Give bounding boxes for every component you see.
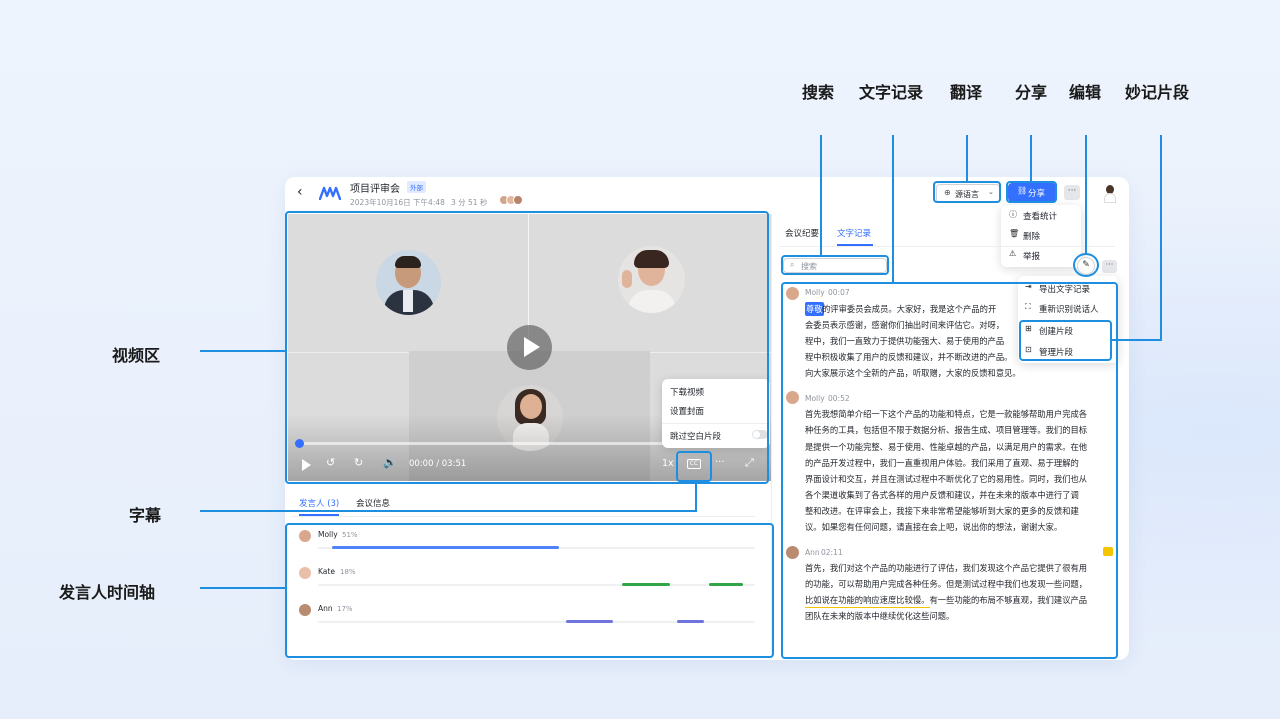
- video-area-highlight: [285, 211, 769, 484]
- annotation-transcript: 文字记录: [859, 83, 924, 102]
- share-connector: [1030, 135, 1032, 182]
- search-connector: [820, 135, 822, 256]
- minutes-logo-icon: [319, 186, 341, 200]
- menu-view-stats[interactable]: 查看统计: [1023, 210, 1057, 222]
- speaker-timeline-connector: [200, 587, 286, 589]
- clips-connector-v: [1160, 135, 1162, 341]
- edit-connector: [1085, 135, 1087, 254]
- clips-highlight: [1019, 320, 1112, 361]
- tab-transcript[interactable]: 文字记录: [837, 227, 871, 239]
- share-dropdown-menu: ⓘ 查看统计 🗑 删除 ⚠ 举报: [1001, 205, 1081, 267]
- translate-connector: [966, 135, 968, 182]
- subtitles-highlight: [676, 451, 712, 482]
- tab-summary[interactable]: 会议纪要: [785, 227, 819, 239]
- transcript-more-icon[interactable]: ···: [1102, 260, 1117, 273]
- user-avatar[interactable]: [1101, 183, 1119, 203]
- annotation-clips: 妙记片段: [1125, 83, 1190, 102]
- annotation-edit: 编辑: [1069, 83, 1102, 102]
- warning-icon: ⚠: [1009, 249, 1017, 258]
- edit-highlight: [1073, 253, 1099, 277]
- back-icon[interactable]: ‹: [297, 184, 303, 200]
- clips-connector-h: [1110, 339, 1162, 341]
- trash-icon: 🗑: [1009, 229, 1020, 238]
- subtitles-connector-v: [695, 481, 697, 512]
- meeting-title: 项目评审会: [350, 184, 400, 195]
- info-icon: ⓘ: [1009, 210, 1017, 219]
- participant-avatars: [499, 195, 527, 207]
- annotation-subtitles: 字幕: [129, 506, 162, 525]
- meeting-date: 2023年10月16日 下午4:48: [350, 198, 445, 207]
- annotation-speaker-timeline: 发言人时间轴: [59, 583, 156, 602]
- annotation-video-area: 视频区: [112, 346, 161, 365]
- annotation-share: 分享: [1015, 83, 1048, 102]
- meeting-duration: 3 分 51 秒: [451, 198, 488, 207]
- share-highlight: [1006, 181, 1057, 203]
- subtitles-connector-h: [200, 510, 697, 512]
- annotation-translate: 翻译: [950, 83, 983, 102]
- more-options-icon[interactable]: ···: [1064, 185, 1080, 200]
- external-badge: 外部: [407, 181, 426, 193]
- annotation-search: 搜索: [802, 83, 835, 102]
- transcript-connector: [892, 135, 894, 283]
- speaker-timeline-highlight: [285, 523, 774, 658]
- tab-speakers[interactable]: 发言人 (3): [299, 497, 339, 509]
- translate-highlight: [933, 181, 1001, 203]
- menu-delete[interactable]: 删除: [1023, 230, 1040, 242]
- menu-report[interactable]: 举报: [1023, 250, 1040, 262]
- video-area-connector: [200, 350, 286, 352]
- tab-meeting-info[interactable]: 会议信息: [356, 497, 390, 509]
- search-highlight-box: [781, 255, 889, 275]
